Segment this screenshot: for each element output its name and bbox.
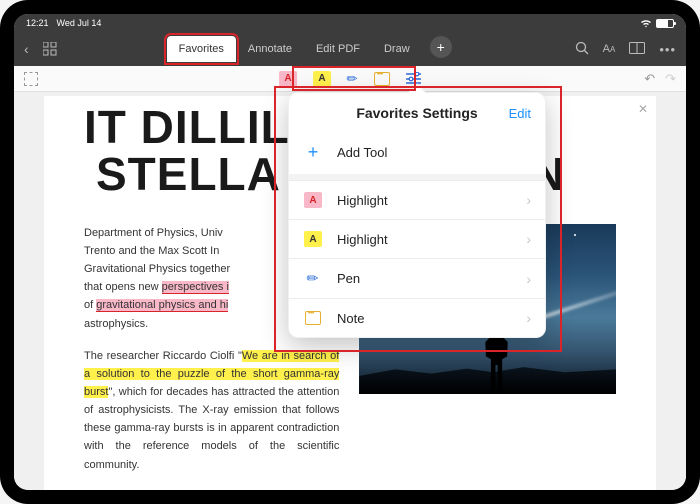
selection-tool-icon[interactable]: [24, 72, 38, 86]
highlight-pink-tool[interactable]: A: [279, 71, 297, 87]
highlight-pink-span[interactable]: perspectives i: [162, 281, 229, 294]
back-icon[interactable]: ‹: [24, 41, 29, 57]
add-tool-row[interactable]: + Add Tool: [289, 131, 545, 180]
pen-icon: ✎: [303, 268, 323, 288]
screen: 12:21 Wed Jul 14 ‹ Favorites Annotate Ed…: [14, 14, 686, 490]
wifi-icon: [640, 19, 652, 28]
favorite-row-note[interactable]: Note ›: [289, 298, 545, 337]
favorite-label: Highlight: [337, 232, 512, 247]
undo-icon[interactable]: ↶: [644, 71, 655, 87]
note-icon: [305, 311, 321, 325]
battery-icon: [656, 19, 674, 28]
tab-favorites[interactable]: Favorites: [167, 36, 236, 62]
favorite-row-highlight-pink[interactable]: A Highlight ›: [289, 180, 545, 219]
tab-edit-pdf[interactable]: Edit PDF: [304, 36, 372, 62]
chevron-right-icon: ›: [526, 192, 531, 208]
pen-tool-icon[interactable]: ✎: [343, 69, 362, 88]
chevron-right-icon: ›: [526, 231, 531, 247]
chevron-right-icon: ›: [526, 310, 531, 326]
popover-title: Favorites Settings: [356, 105, 477, 121]
status-time: 12:21: [26, 18, 49, 28]
status-bar: 12:21 Wed Jul 14: [14, 14, 686, 32]
favorite-label: Pen: [337, 271, 512, 286]
tab-annotate[interactable]: Annotate: [236, 36, 304, 62]
favorites-settings-popover: Favorites Settings Edit + Add Tool A Hig…: [288, 92, 546, 338]
close-page-icon[interactable]: ✕: [638, 102, 648, 116]
paragraph-2: The researcher Riccardo Ciolfi "We are i…: [84, 347, 339, 474]
thumbnails-icon[interactable]: [43, 42, 57, 56]
popover-edit-button[interactable]: Edit: [509, 106, 531, 121]
status-date: Wed Jul 14: [57, 18, 102, 28]
add-tool-label: Add Tool: [337, 145, 531, 160]
redo-icon[interactable]: ↷: [665, 71, 676, 87]
favorite-row-pen[interactable]: ✎ Pen ›: [289, 258, 545, 298]
tab-draw[interactable]: Draw: [372, 36, 422, 62]
reader-icon[interactable]: [629, 42, 645, 57]
favorite-label: Highlight: [337, 193, 512, 208]
search-icon[interactable]: [575, 41, 589, 58]
favorite-row-highlight-yellow[interactable]: A Highlight ›: [289, 219, 545, 258]
note-tool-icon[interactable]: [374, 72, 390, 86]
highlight-pink-icon: A: [304, 192, 322, 208]
favorites-tool-strip: A A ✎ ↶ ↷: [14, 66, 686, 92]
chevron-right-icon: ›: [526, 271, 531, 287]
highlight-yellow-icon: A: [304, 231, 322, 247]
highlight-yellow-tool[interactable]: A: [313, 71, 331, 87]
text-size-icon[interactable]: AA: [603, 43, 616, 55]
app-toolbar: ‹ Favorites Annotate Edit PDF Draw + AA …: [14, 32, 686, 66]
plus-icon: +: [303, 142, 323, 163]
add-tab-button[interactable]: +: [430, 36, 452, 58]
ipad-frame: 12:21 Wed Jul 14 ‹ Favorites Annotate Ed…: [0, 0, 700, 504]
more-icon[interactable]: •••: [659, 42, 676, 57]
favorite-label: Note: [337, 311, 512, 326]
highlight-pink-span[interactable]: gravitational physics and hi: [96, 299, 228, 312]
